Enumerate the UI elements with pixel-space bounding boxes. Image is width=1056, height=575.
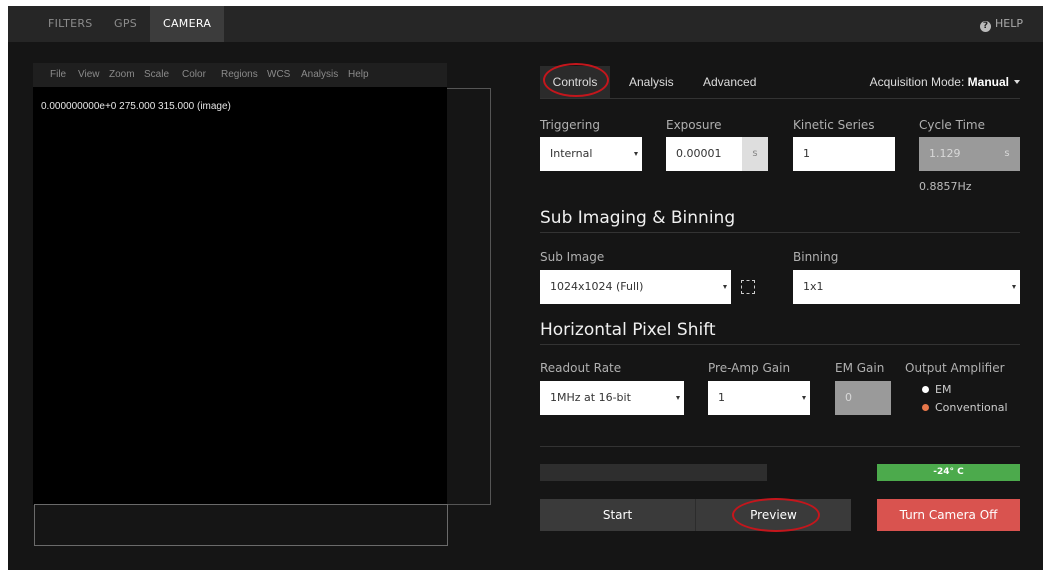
- readout-rate-value: 1MHz at 16-bit: [550, 391, 631, 404]
- sub-image-select[interactable]: 1024x1024 (Full): [540, 270, 731, 304]
- section-divider: [540, 446, 1020, 447]
- select-arrow-icon: [634, 152, 638, 156]
- top-nav: FILTERS GPS CAMERA ? HELP: [8, 6, 1043, 42]
- viewer-menu-color[interactable]: Color: [182, 63, 206, 87]
- viewer-menu-regions[interactable]: Regions: [221, 63, 258, 87]
- readout-rate-label: Readout Rate: [540, 361, 622, 375]
- kinetic-series-input[interactable]: 1: [793, 137, 895, 171]
- help-label: HELP: [995, 17, 1023, 30]
- exposure-label: Exposure: [666, 118, 722, 132]
- cycle-time-value: 1.129: [929, 147, 961, 160]
- tab-filters[interactable]: FILTERS: [48, 6, 93, 42]
- acquisition-progress-bar: [540, 464, 767, 481]
- coordinate-readout: 0.000000000e+0 275.000 315.000 (image): [41, 101, 231, 112]
- em-gain-label: EM Gain: [835, 361, 885, 375]
- exposure-unit: s: [742, 137, 768, 171]
- temperature-indicator: -24° C: [877, 464, 1020, 481]
- cycle-time-input: 1.129 s: [919, 137, 1020, 171]
- pixel-shift-title: Horizontal Pixel Shift: [540, 320, 716, 340]
- viewer-menu-wcs[interactable]: WCS: [267, 63, 290, 87]
- readout-rate-select[interactable]: 1MHz at 16-bit: [540, 381, 684, 415]
- panel-tabs: Controls Analysis Advanced Acquisition M…: [540, 66, 1020, 99]
- viewer-menu-scale[interactable]: Scale: [144, 63, 169, 87]
- triggering-label: Triggering: [540, 118, 600, 132]
- exposure-value: 0.00001: [676, 147, 722, 160]
- output-radio-conventional[interactable]: Conventional: [922, 401, 1008, 414]
- section-divider: [540, 232, 1020, 233]
- caret-down-icon: [1014, 80, 1020, 84]
- radio-dot-icon: [922, 386, 929, 393]
- output-option-conventional: Conventional: [935, 401, 1008, 414]
- pre-amp-gain-label: Pre-Amp Gain: [708, 361, 791, 375]
- viewer-side-panel: [447, 88, 491, 505]
- viewer-menu-file[interactable]: File: [50, 63, 66, 87]
- image-viewer[interactable]: File View Zoom Scale Color Regions WCS A…: [33, 63, 447, 505]
- turn-camera-off-button[interactable]: Turn Camera Off: [877, 499, 1020, 531]
- viewer-menu-analysis[interactable]: Analysis: [301, 63, 338, 87]
- select-arrow-icon: [723, 285, 727, 289]
- kinetic-series-value: 1: [803, 147, 810, 160]
- output-option-em: EM: [935, 383, 952, 396]
- exposure-input[interactable]: 0.00001 s: [666, 137, 768, 171]
- app-window: FILTERS GPS CAMERA ? HELP File View Zoom …: [8, 6, 1043, 570]
- triggering-select[interactable]: Internal: [540, 137, 642, 171]
- output-amplifier-label: Output Amplifier: [905, 361, 1005, 375]
- help-link[interactable]: ? HELP: [980, 6, 1023, 42]
- cycle-time-label: Cycle Time: [919, 118, 985, 132]
- kinetic-series-label: Kinetic Series: [793, 118, 875, 132]
- tab-gps[interactable]: GPS: [114, 6, 137, 42]
- acquisition-mode-label: Acquisition Mode:: [869, 75, 965, 89]
- triggering-value: Internal: [550, 147, 593, 160]
- start-button[interactable]: Start: [540, 499, 695, 531]
- pre-amp-gain-select[interactable]: 1: [708, 381, 810, 415]
- question-circle-icon: ?: [980, 21, 992, 32]
- acquisition-mode-value: Manual: [967, 75, 1009, 89]
- binning-select[interactable]: 1x1: [793, 270, 1020, 304]
- region-select-icon[interactable]: [741, 280, 755, 294]
- select-arrow-icon: [676, 396, 680, 400]
- cycle-time-unit: s: [994, 137, 1020, 171]
- viewer-menu-bar: File View Zoom Scale Color Regions WCS A…: [33, 63, 447, 87]
- pre-amp-gain-value: 1: [718, 391, 725, 404]
- output-radio-em[interactable]: EM: [922, 383, 951, 396]
- tab-controls[interactable]: Controls: [540, 66, 610, 98]
- binning-value: 1x1: [803, 280, 824, 293]
- acquisition-mode-dropdown[interactable]: Acquisition Mode: Manual: [870, 66, 1020, 98]
- select-arrow-icon: [802, 396, 806, 400]
- binning-label: Binning: [793, 250, 839, 264]
- sub-image-label: Sub Image: [540, 250, 605, 264]
- radio-dot-selected-icon: [922, 404, 929, 411]
- tab-analysis[interactable]: Analysis: [629, 66, 674, 98]
- viewer-menu-zoom[interactable]: Zoom: [109, 63, 135, 87]
- em-gain-value: 0: [845, 391, 852, 404]
- tab-advanced[interactable]: Advanced: [703, 66, 756, 98]
- tab-camera[interactable]: CAMERA: [150, 6, 225, 42]
- viewer-bottom-panel: [34, 504, 448, 546]
- viewer-menu-help[interactable]: Help: [348, 63, 369, 87]
- viewer-menu-view[interactable]: View: [78, 63, 100, 87]
- sub-image-value: 1024x1024 (Full): [550, 280, 644, 293]
- preview-button[interactable]: Preview: [696, 499, 851, 531]
- sub-imaging-title: Sub Imaging & Binning: [540, 208, 736, 228]
- em-gain-input: 0: [835, 381, 891, 415]
- frequency-readout: 0.8857Hz: [919, 180, 972, 193]
- section-divider: [540, 344, 1020, 345]
- select-arrow-icon: [1012, 285, 1016, 289]
